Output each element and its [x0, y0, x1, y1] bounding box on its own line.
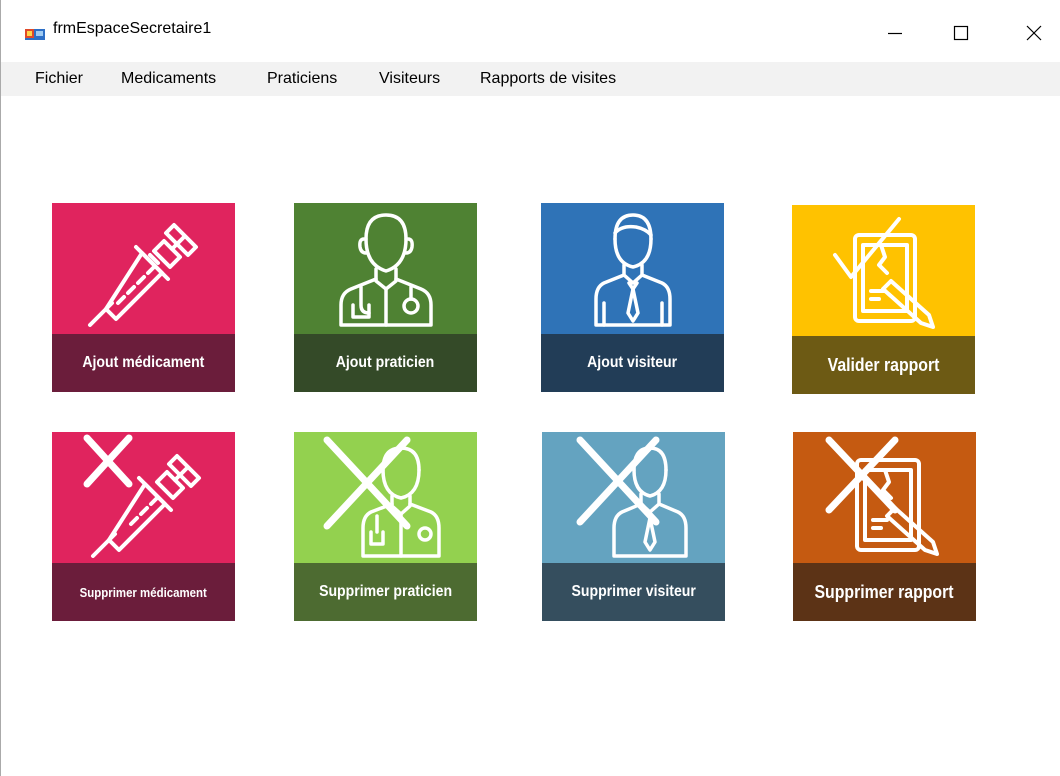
syringe-icon [87, 222, 198, 327]
supprimer-rapport-button[interactable]: Supprimer rapport [793, 432, 976, 621]
title-bar[interactable]: frmEspaceSecretaire1 [1, 0, 1060, 62]
ajout-medicament-label: Ajout médicament [82, 354, 205, 371]
businessman-delete-icon [576, 436, 688, 558]
menu-visiteurs[interactable]: Visiteurs [375, 67, 444, 91]
close-button[interactable] [1009, 10, 1059, 56]
maximize-button[interactable] [936, 10, 986, 56]
syringe-delete-icon [83, 434, 201, 558]
minimize-icon [888, 32, 902, 35]
window-title: frmEspaceSecretaire1 [53, 20, 212, 37]
supprimer-praticien-label: Supprimer praticien [318, 583, 453, 600]
supprimer-medicament-label: Supprimer médicament [79, 584, 208, 600]
doctor-delete-icon [323, 436, 441, 558]
menu-medicaments[interactable]: Medicaments [117, 67, 220, 91]
supprimer-visiteur-button[interactable]: Supprimer visiteur [542, 432, 725, 621]
menu-praticiens[interactable]: Praticiens [263, 67, 341, 91]
supprimer-rapport-label: Supprimer rapport [814, 581, 955, 602]
ajout-praticien-label: Ajout praticien [336, 354, 435, 371]
menu-fichier[interactable]: Fichier [31, 67, 87, 91]
close-icon [1026, 25, 1042, 41]
ajout-praticien-button[interactable]: Ajout praticien [294, 203, 477, 392]
report-delete-icon [825, 436, 939, 556]
valider-rapport-button[interactable]: Valider rapport [792, 205, 975, 394]
valider-rapport-label: Valider rapport [827, 354, 940, 375]
doctor-icon [338, 212, 433, 327]
menu-bar: Fichier Medicaments Praticiens Visiteurs… [1, 62, 1060, 96]
businessman-icon [593, 212, 672, 327]
supprimer-visiteur-label: Supprimer visiteur [571, 583, 696, 600]
ajout-visiteur-label: Ajout visiteur [587, 354, 678, 371]
supprimer-medicament-button[interactable]: Supprimer médicament [52, 432, 235, 621]
minimize-button[interactable] [870, 10, 920, 56]
supprimer-praticien-button[interactable]: Supprimer praticien [294, 432, 477, 621]
maximize-icon [953, 25, 969, 41]
menu-rapports-de-visites[interactable]: Rapports de visites [476, 67, 620, 91]
app-window: frmEspaceSecretaire1 Fichier Medicaments… [0, 0, 1060, 776]
ajout-medicament-button[interactable]: Ajout médicament [52, 203, 235, 392]
report-check-icon [832, 216, 935, 329]
ajout-visiteur-button[interactable]: Ajout visiteur [541, 203, 724, 392]
app-icon [25, 29, 45, 40]
